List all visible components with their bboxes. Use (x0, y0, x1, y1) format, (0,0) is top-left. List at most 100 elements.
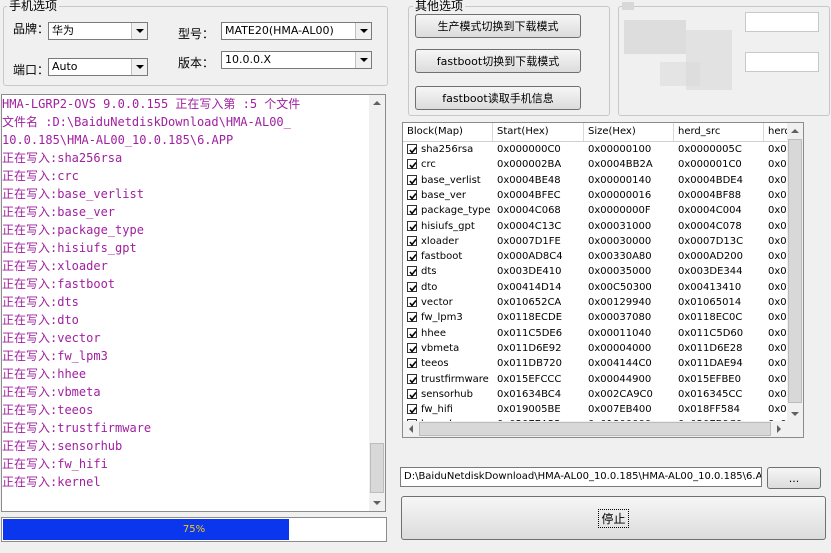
cell-block: fastboot (421, 251, 463, 263)
row-checkbox[interactable] (407, 159, 417, 170)
fastboot-read-button[interactable]: fastboot读取手机信息 (415, 86, 581, 110)
cell-herd-src: 0x015EFBE0 (678, 373, 741, 385)
row-checkbox[interactable] (407, 189, 417, 200)
cell-block: crc (421, 159, 436, 171)
table-row[interactable]: dts 0x003DE410 0x00035000 0x003DE344 0x0000 (403, 264, 803, 279)
row-checkbox[interactable] (407, 251, 417, 262)
brand-select[interactable]: 华为 (48, 22, 148, 40)
table-row[interactable]: dto 0x00414D14 0x00C50300 0x00413410 0x0000 (403, 280, 803, 295)
row-checkbox[interactable] (407, 404, 417, 415)
checkmark-icon (409, 269, 417, 277)
cell-start: 0x000002BA (497, 159, 562, 171)
table-row[interactable]: vbmeta 0x011D6E92 0x00004000 0x011D6E28 0x00… (403, 341, 803, 356)
cell-size: 0x00030000 (588, 235, 652, 247)
table-row[interactable]: sha256rsa 0x000000C0 0x00000100 0x0000005C 0… (403, 142, 803, 157)
scroll-thumb[interactable] (370, 443, 384, 493)
table-row[interactable]: teeos 0x011DB720 0x004144C0 0x011DAE94 0x000… (403, 356, 803, 371)
scroll-down-arrow[interactable] (369, 495, 384, 510)
row-checkbox[interactable] (407, 174, 417, 185)
row-checkbox[interactable] (407, 220, 417, 231)
row-checkbox[interactable] (407, 388, 417, 399)
scroll-up-arrow[interactable] (369, 95, 384, 110)
brand-value: 华为 (52, 24, 74, 37)
table-row[interactable]: fw_lpm3 0x0118ECDE 0x00037080 0x0118EC0C 0x0… (403, 310, 803, 325)
chevron-down-icon[interactable] (355, 23, 371, 39)
table-row[interactable]: base_ver 0x0004BFEC 0x00000016 0x0004BF88 0x… (403, 188, 803, 203)
cell-start: 0x0004BE48 (497, 174, 561, 186)
row-checkbox[interactable] (407, 297, 417, 307)
cell-size: 0x00000140 (588, 174, 652, 186)
table-vscrollbar[interactable] (787, 123, 803, 421)
checkmark-icon (409, 315, 417, 323)
row-checkbox[interactable] (407, 327, 417, 338)
cell-block: trustfirmware (421, 373, 489, 385)
browse-button[interactable]: ... (767, 467, 821, 489)
stop-button[interactable]: 停止 (401, 496, 826, 540)
cell-start: 0x000AD8C4 (497, 251, 563, 263)
column-header-start[interactable]: Start(Hex) (493, 123, 584, 141)
log-scrollbar[interactable] (369, 95, 385, 511)
log-line: 正在写入:hhee (2, 367, 87, 381)
cell-herd-src: 0x00413410 (678, 281, 742, 293)
row-checkbox[interactable] (407, 235, 417, 246)
checkmark-icon (409, 300, 417, 307)
row-checkbox[interactable] (407, 358, 417, 369)
scroll-down-arrow[interactable] (787, 406, 802, 421)
cell-block: hhee (421, 327, 446, 339)
block-map-table[interactable]: Block(Map) Start(Hex) Size(Hex) herd_src… (402, 122, 804, 438)
model-select[interactable]: MATE20(HMA-AL00) (221, 22, 372, 40)
row-checkbox[interactable] (407, 144, 417, 154)
cell-start: 0x0118ECDE (497, 312, 563, 324)
scroll-thumb[interactable] (419, 422, 771, 436)
row-checkbox[interactable] (407, 205, 417, 216)
log-line: 正在写入:dts (2, 295, 79, 309)
column-header-size[interactable]: Size(Hex) (584, 123, 674, 141)
blurred-field (745, 52, 819, 72)
checkmark-icon (409, 192, 417, 200)
checkmark-icon (409, 223, 417, 231)
scroll-thumb[interactable] (788, 139, 802, 403)
log-line: 文件名 :D:\BaiduNetdiskDownload\HMA-AL00_ (2, 115, 291, 129)
table-row[interactable]: sensorhub 0x01634BC4 0x002CA9C0 0x016345CC 0… (403, 387, 803, 402)
cell-herd-src: 0x0004BDE4 (678, 174, 743, 186)
table-row[interactable]: vector 0x010652CA 0x00129940 0x01065014 0x00… (403, 295, 803, 310)
cell-block: base_ver (421, 189, 467, 201)
table-row[interactable]: fastboot 0x000AD8C4 0x00330A80 0x000AD200 0x… (403, 249, 803, 264)
chevron-down-icon[interactable] (355, 52, 371, 68)
cell-size: 0x00035000 (588, 266, 652, 278)
row-checkbox[interactable] (407, 266, 417, 277)
checkmark-icon (409, 391, 417, 399)
table-row[interactable]: trustfirmware 0x015EFCCC 0x00044900 0x015EF… (403, 372, 803, 387)
column-header-block[interactable]: Block(Map) (403, 123, 493, 141)
column-header-herd-src[interactable]: herd_src (674, 123, 764, 141)
port-label: 端口： (13, 63, 50, 77)
port-select[interactable]: Auto (48, 58, 148, 76)
row-checkbox[interactable] (407, 281, 417, 292)
table-row[interactable]: crc 0x000002BA 0x0004BB2A 0x000001C0 0x0000 (403, 157, 803, 172)
table-row[interactable]: hhee 0x011C5DE6 0x00011040 0x011C5D60 0x0000 (403, 326, 803, 341)
file-path-field[interactable]: D:\BaiduNetdiskDownload\HMA-AL00_10.0.18… (400, 467, 762, 487)
table-row[interactable]: fw_hifi 0x019005BE 0x007EB400 0x018FF584 0x0… (403, 402, 803, 417)
row-checkbox[interactable] (407, 342, 417, 353)
mode-switch-button[interactable]: 生产模式切换到下载模式 (415, 14, 581, 38)
chevron-down-icon[interactable] (131, 23, 147, 39)
cell-start: 0x015EFCCC (497, 373, 562, 385)
table-row[interactable]: package_type 0x0004C068 0x0000000F 0x0004C0… (403, 203, 803, 218)
table-row[interactable]: base_verlist 0x0004BE48 0x00000140 0x0004BD… (403, 173, 803, 188)
table-row[interactable]: hisiufs_gpt 0x0004C13C 0x00031000 0x0004C07… (403, 219, 803, 234)
fastboot-switch-button[interactable]: fastboot切换到下载模式 (415, 49, 581, 73)
table-hscrollbar[interactable] (403, 421, 803, 437)
log-textarea[interactable]: HMA-LGRP2-OVS 9.0.0.155 正在写入第 :5 个文件 文件名… (1, 94, 386, 512)
version-label: 版本： (178, 56, 215, 70)
cell-block: fw_lpm3 (421, 312, 463, 324)
table-row[interactable]: xloader 0x0007D1FE 0x00030000 0x0007D13C 0x0… (403, 234, 803, 249)
cell-start: 0x011C5DE6 (497, 327, 563, 339)
cell-block: xloader (421, 235, 459, 247)
scroll-up-arrow[interactable] (787, 123, 802, 138)
chevron-down-icon[interactable] (131, 59, 147, 75)
version-select[interactable]: 10.0.0.X (221, 51, 372, 69)
scroll-left-arrow[interactable] (403, 421, 418, 436)
row-checkbox[interactable] (407, 373, 417, 384)
row-checkbox[interactable] (407, 312, 417, 323)
scroll-right-arrow[interactable] (771, 421, 786, 436)
